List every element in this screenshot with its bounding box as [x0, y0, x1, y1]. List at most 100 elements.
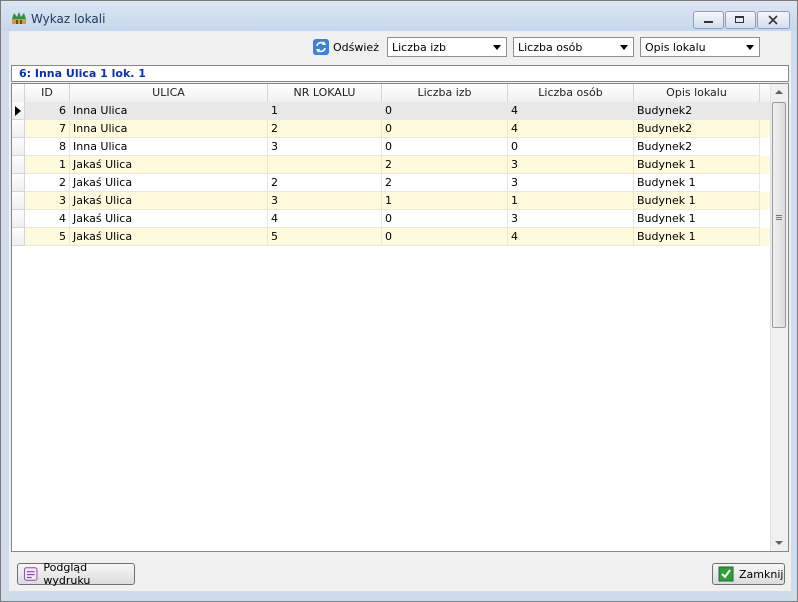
cell-liczba-izb[interactable]: 0 — [382, 102, 508, 120]
cell-ulica[interactable]: Jakaś Ulica — [70, 228, 268, 246]
row-header[interactable] — [12, 120, 25, 138]
checkmark-icon — [718, 566, 734, 582]
cell-liczba-osob[interactable]: 3 — [508, 210, 634, 228]
cell-id[interactable]: 4 — [25, 210, 70, 228]
table-row[interactable]: 5 Jakaś Ulica 5 0 4 Budynek 1 — [12, 228, 772, 246]
column-header-id[interactable]: ID — [25, 84, 70, 102]
cell-opis-lokalu[interactable]: Budynek 1 — [634, 210, 760, 228]
refresh-icon — [313, 39, 329, 55]
cell-id[interactable]: 8 — [25, 138, 70, 156]
cell-id[interactable]: 7 — [25, 120, 70, 138]
cell-nr-lokalu[interactable]: 5 — [268, 228, 382, 246]
row-header[interactable] — [12, 156, 25, 174]
current-record-label: 6: Inna Ulica 1 lok. 1 — [11, 65, 789, 82]
minimize-icon — [704, 21, 713, 23]
cell-id[interactable]: 5 — [25, 228, 70, 246]
main-window: Wykaz lokali Odśwież Liczba izb Liczba o… — [0, 0, 798, 602]
close-button[interactable]: Zamknij — [712, 563, 785, 585]
row-header[interactable] — [12, 174, 25, 192]
cell-ulica[interactable]: Inna Ulica — [70, 102, 268, 120]
column-header-nr-lokalu[interactable]: NR LOKALU — [268, 84, 382, 102]
cell-liczba-osob[interactable]: 3 — [508, 174, 634, 192]
cell-ulica[interactable]: Jakaś Ulica — [70, 174, 268, 192]
cell-nr-lokalu[interactable]: 2 — [268, 174, 382, 192]
column-header-ulica[interactable]: ULICA — [70, 84, 268, 102]
cell-nr-lokalu[interactable]: 3 — [268, 138, 382, 156]
cell-nr-lokalu[interactable] — [268, 156, 382, 174]
cell-id[interactable]: 6 — [25, 102, 70, 120]
cell-liczba-osob[interactable]: 0 — [508, 138, 634, 156]
table-row[interactable]: 6 Inna Ulica 1 0 4 Budynek2 — [12, 102, 772, 120]
refresh-button[interactable]: Odśwież — [313, 37, 379, 57]
cell-ulica[interactable]: Inna Ulica — [70, 120, 268, 138]
cell-nr-lokalu[interactable]: 4 — [268, 210, 382, 228]
cell-liczba-izb[interactable]: 2 — [382, 174, 508, 192]
scroll-down-icon[interactable] — [775, 541, 783, 545]
maximize-icon — [735, 16, 744, 23]
cell-liczba-osob[interactable]: 1 — [508, 192, 634, 210]
close-window-button[interactable] — [757, 11, 790, 29]
table-row[interactable]: 7 Inna Ulica 2 0 4 Budynek2 — [12, 120, 772, 138]
cell-ulica[interactable]: Inna Ulica — [70, 138, 268, 156]
description-filter-combo[interactable]: Opis lokalu — [640, 37, 760, 57]
row-header[interactable] — [12, 138, 25, 156]
scroll-thumb[interactable] — [772, 102, 786, 328]
refresh-label: Odśwież — [333, 40, 379, 54]
cell-nr-lokalu[interactable]: 2 — [268, 120, 382, 138]
cell-liczba-izb[interactable]: 2 — [382, 156, 508, 174]
data-grid[interactable]: ID ULICA NR LOKALU Liczba izb Liczba osó… — [11, 83, 789, 552]
grid-header: ID ULICA NR LOKALU Liczba izb Liczba osó… — [12, 84, 772, 103]
cell-opis-lokalu[interactable]: Budynek2 — [634, 120, 760, 138]
row-header[interactable] — [12, 192, 25, 210]
cell-liczba-izb[interactable]: 1 — [382, 192, 508, 210]
column-header-liczba-osob[interactable]: Liczba osób — [508, 84, 634, 102]
cell-opis-lokalu[interactable]: Budynek 1 — [634, 174, 760, 192]
cell-id[interactable]: 3 — [25, 192, 70, 210]
people-filter-combo[interactable]: Liczba osób — [513, 37, 634, 57]
cell-liczba-izb[interactable]: 0 — [382, 228, 508, 246]
cell-nr-lokalu[interactable]: 3 — [268, 192, 382, 210]
cell-liczba-osob[interactable]: 4 — [508, 120, 634, 138]
footer-bar: Podgląd wydruku Zamknij — [9, 553, 791, 591]
row-header[interactable] — [12, 228, 25, 246]
cell-id[interactable]: 1 — [25, 156, 70, 174]
table-row[interactable]: 4 Jakaś Ulica 4 0 3 Budynek 1 — [12, 210, 772, 228]
row-header[interactable] — [12, 102, 25, 120]
cell-opis-lokalu[interactable]: Budynek2 — [634, 138, 760, 156]
close-label: Zamknij — [739, 567, 784, 581]
chevron-down-icon — [493, 45, 501, 50]
column-header-opis-lokalu[interactable]: Opis lokalu — [634, 84, 760, 102]
table-row[interactable]: 8 Inna Ulica 3 0 0 Budynek2 — [12, 138, 772, 156]
cell-ulica[interactable]: Jakaś Ulica — [70, 210, 268, 228]
scroll-up-icon[interactable] — [775, 90, 783, 94]
table-row[interactable]: 3 Jakaś Ulica 3 1 1 Budynek 1 — [12, 192, 772, 210]
cell-liczba-izb[interactable]: 0 — [382, 120, 508, 138]
cell-liczba-osob[interactable]: 4 — [508, 228, 634, 246]
cell-liczba-izb[interactable]: 0 — [382, 210, 508, 228]
print-preview-button[interactable]: Podgląd wydruku — [17, 561, 135, 587]
vertical-scrollbar[interactable] — [770, 84, 788, 551]
cell-liczba-izb[interactable]: 0 — [382, 138, 508, 156]
cell-opis-lokalu[interactable]: Budynek2 — [634, 102, 760, 120]
cell-nr-lokalu[interactable]: 1 — [268, 102, 382, 120]
rooms-filter-combo[interactable]: Liczba izb — [387, 37, 507, 57]
cell-opis-lokalu[interactable]: Budynek 1 — [634, 156, 760, 174]
column-header-liczba-izb[interactable]: Liczba izb — [382, 84, 508, 102]
cell-ulica[interactable]: Jakaś Ulica — [70, 192, 268, 210]
cell-opis-lokalu[interactable]: Budynek 1 — [634, 192, 760, 210]
table-row[interactable]: 1 Jakaś Ulica 2 3 Budynek 1 — [12, 156, 772, 174]
row-header[interactable] — [12, 210, 25, 228]
client-area: Odśwież Liczba izb Liczba osób Opis loka… — [9, 31, 791, 591]
cell-id[interactable]: 2 — [25, 174, 70, 192]
chevron-down-icon — [620, 45, 628, 50]
cell-liczba-osob[interactable]: 3 — [508, 156, 634, 174]
cell-ulica[interactable]: Jakaś Ulica — [70, 156, 268, 174]
cell-liczba-osob[interactable]: 4 — [508, 102, 634, 120]
table-row[interactable]: 2 Jakaś Ulica 2 2 3 Budynek 1 — [12, 174, 772, 192]
maximize-button[interactable] — [725, 11, 756, 29]
row-header-corner — [12, 84, 25, 102]
print-preview-label: Podgląd wydruku — [43, 561, 91, 587]
minimize-button[interactable] — [693, 11, 724, 29]
title-bar[interactable]: Wykaz lokali — [1, 1, 797, 31]
cell-opis-lokalu[interactable]: Budynek 1 — [634, 228, 760, 246]
